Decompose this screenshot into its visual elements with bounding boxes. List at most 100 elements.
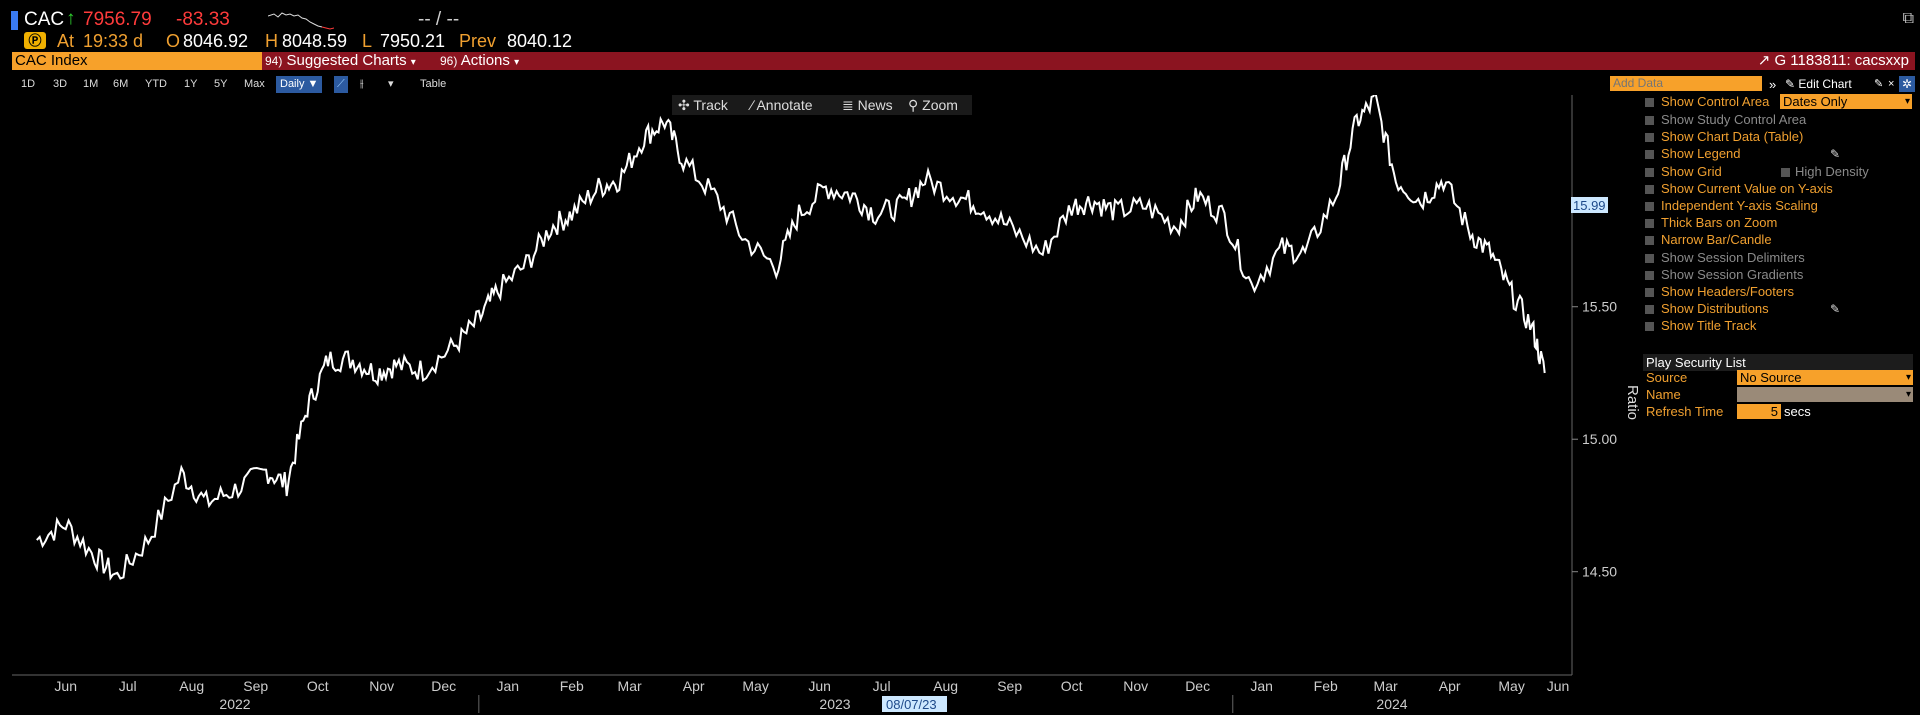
- option-label: Show Study Control Area: [1661, 112, 1807, 127]
- chevron-down-icon: ▾: [1905, 372, 1911, 383]
- option-row[interactable]: Show Current Value on Y-axis: [1643, 181, 1913, 197]
- table-button[interactable]: Table: [420, 76, 446, 93]
- menu-icon: 96): [440, 54, 458, 68]
- x-tick-label: Jun: [808, 678, 831, 694]
- option-row[interactable]: Show Study Control Area: [1643, 112, 1913, 128]
- frequency-label: Daily: [280, 78, 305, 90]
- checkbox[interactable]: [1645, 184, 1654, 194]
- source-dropdown[interactable]: No Source ▾: [1737, 370, 1913, 385]
- option-row[interactable]: Show Legend ✎: [1643, 146, 1913, 162]
- actions-label: Actions: [460, 52, 510, 69]
- option-row[interactable]: Show Session Delimiters: [1643, 250, 1913, 266]
- bid-ask-placeholder: -- / --: [418, 9, 460, 30]
- checkbox[interactable]: [1645, 202, 1654, 211]
- suggested-charts-button[interactable]: 94) Suggested Charts ▾: [265, 52, 416, 70]
- option-label: Show Current Value on Y-axis: [1661, 180, 1833, 196]
- x-tick-label: Feb: [560, 678, 584, 694]
- edit-chart-label: Edit Chart: [1798, 77, 1852, 91]
- chevron-down-icon[interactable]: ▾: [388, 76, 394, 93]
- option-label: Show Control Area: [1661, 94, 1770, 109]
- line-chart[interactable]: 14.50 15.00 15.50 Jun Jul Aug Sep Oct Nov Dec Jan…: [0, 95, 1640, 715]
- option-row[interactable]: Thick Bars on Zoom: [1643, 215, 1913, 231]
- checkbox[interactable]: [1645, 150, 1654, 160]
- checkbox[interactable]: [1645, 98, 1654, 107]
- quote-time: 19:33 d: [83, 31, 144, 51]
- close-icon[interactable]: ×: [1888, 76, 1894, 93]
- dates-only-dropdown[interactable]: Dates Only ▾: [1780, 94, 1912, 109]
- last-price: 7956.79: [83, 9, 152, 30]
- bar-style-icon[interactable]: ⫲: [360, 76, 364, 93]
- security-field[interactable]: CAC Index: [12, 52, 262, 70]
- option-row[interactable]: Show Distributions ✎: [1643, 301, 1913, 317]
- line-chart-icon[interactable]: ⟋: [334, 76, 348, 93]
- checkbox[interactable]: [1645, 219, 1654, 229]
- intraday-sparkline: [268, 12, 334, 30]
- refresh-input[interactable]: 5: [1737, 404, 1781, 419]
- option-label: Show Distributions: [1661, 301, 1769, 317]
- checkbox[interactable]: [1645, 288, 1654, 297]
- period-max[interactable]: Max: [244, 76, 265, 93]
- checkbox[interactable]: [1781, 167, 1790, 177]
- year-label: 2023: [819, 696, 850, 712]
- checkbox[interactable]: [1645, 133, 1654, 143]
- refresh-row: Refresh Time 5 secs: [1643, 404, 1913, 420]
- pencil-icon[interactable]: ✎: [1830, 146, 1840, 162]
- option-row[interactable]: Show Chart Data (Table): [1643, 129, 1913, 145]
- prev-label: Prev: [459, 31, 497, 51]
- period-3d[interactable]: 3D: [53, 76, 67, 93]
- checkbox[interactable]: [1645, 236, 1654, 246]
- expand-icon[interactable]: ⧉: [1903, 10, 1914, 28]
- chart-id-label: G 1183811: cacsxxp: [1774, 52, 1909, 69]
- name-dropdown[interactable]: ▾: [1737, 387, 1913, 402]
- security-marker: [11, 11, 18, 30]
- ticker-label[interactable]: CAC: [24, 9, 64, 31]
- low-value: 7950.21: [380, 31, 446, 51]
- edit-chart-button[interactable]: ✎ Edit Chart: [1785, 76, 1852, 93]
- quote-details: Ⓟ At 19:33 d O 8046.92 H 8048.59 L 7950.…: [0, 30, 1920, 52]
- option-control-area[interactable]: Show Control Area Dates Only ▾: [1643, 94, 1913, 110]
- frequency-dropdown[interactable]: Daily ▼: [276, 76, 323, 93]
- x-tick-label: Jun: [1547, 678, 1570, 694]
- option-row[interactable]: Independent Y-axis Scaling: [1643, 198, 1913, 214]
- source-label: Source: [1646, 370, 1688, 385]
- x-tick-label: Sep: [997, 678, 1022, 694]
- option-label: Show Session Delimiters: [1661, 249, 1805, 265]
- series-line: [36, 95, 1546, 581]
- checkbox[interactable]: [1645, 305, 1654, 315]
- title-bar: CAC Index 94) Suggested Charts ▾ 96) Act…: [12, 52, 1915, 70]
- option-row[interactable]: Narrow Bar/Candle: [1643, 232, 1913, 248]
- x-tick-label: Apr: [1439, 678, 1461, 694]
- add-data-input[interactable]: [1610, 76, 1762, 91]
- external-link-icon: ↗: [1757, 52, 1771, 69]
- period-6m[interactable]: 6M: [113, 76, 128, 93]
- x-tick-label: Feb: [1314, 678, 1338, 694]
- checkbox[interactable]: [1645, 116, 1654, 125]
- year-label: 2022: [219, 696, 250, 712]
- source-value: No Source: [1740, 370, 1802, 385]
- checkbox[interactable]: [1645, 253, 1654, 263]
- period-1m[interactable]: 1M: [83, 76, 98, 93]
- yellow-key-icon[interactable]: Ⓟ: [24, 32, 46, 49]
- double-chevron-icon[interactable]: »: [1769, 76, 1776, 93]
- period-1d[interactable]: 1D: [21, 76, 35, 93]
- suggested-charts-label: Suggested Charts: [286, 52, 407, 69]
- checkbox[interactable]: [1645, 322, 1654, 332]
- x-tick-label: Jan: [1250, 678, 1273, 694]
- chevron-down-icon: ▾: [1904, 96, 1910, 107]
- y-tick-label: 14.50: [1582, 564, 1617, 580]
- pencil-icon[interactable]: ✎: [1830, 301, 1840, 317]
- option-row[interactable]: Show Title Track: [1643, 318, 1913, 334]
- period-1y[interactable]: 1Y: [184, 76, 197, 93]
- option-row[interactable]: Show Session Gradients: [1643, 267, 1913, 283]
- period-5y[interactable]: 5Y: [214, 76, 227, 93]
- chart-id[interactable]: ↗ G 1183811: cacsxxp: [1758, 52, 1909, 70]
- checkbox[interactable]: [1645, 167, 1654, 177]
- x-tick-label: Sep: [243, 678, 268, 694]
- period-ytd[interactable]: YTD: [145, 76, 167, 93]
- checkbox[interactable]: [1645, 270, 1654, 280]
- option-row[interactable]: Show Headers/Footers: [1643, 284, 1913, 300]
- actions-button[interactable]: 96) Actions ▾: [440, 52, 519, 70]
- option-row[interactable]: Show Grid High Density: [1643, 164, 1913, 180]
- gear-icon[interactable]: ✲: [1899, 76, 1915, 92]
- edit-icon[interactable]: ✎: [1874, 76, 1883, 93]
